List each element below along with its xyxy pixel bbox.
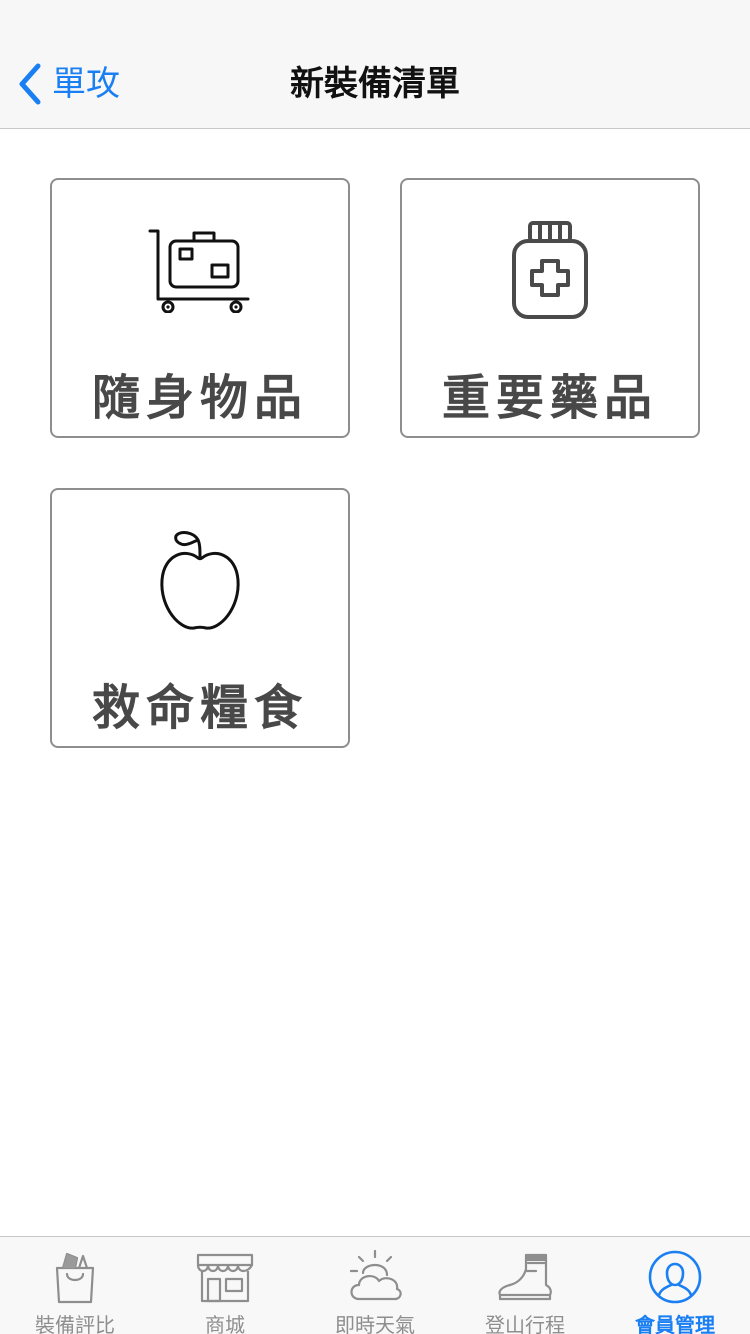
tab-label: 裝備評比 — [35, 1313, 115, 1334]
card-label: 重要藥品 — [441, 370, 658, 426]
tab-label: 登山行程 — [485, 1313, 565, 1334]
card-important-medicine[interactable]: 重要藥品 — [400, 178, 700, 438]
card-personal-items[interactable]: 隨身物品 — [50, 178, 350, 438]
card-emergency-food[interactable]: 救命糧食 — [50, 488, 350, 748]
user-profile-icon — [648, 1250, 702, 1304]
medicine-bottle-icon — [512, 221, 588, 319]
tab-member-management[interactable]: 會員管理 — [600, 1237, 750, 1334]
tab-label: 會員管理 — [635, 1313, 715, 1334]
navigation-bar: 單攻 新裝備清單 — [0, 40, 750, 129]
tab-bar: 裝備評比 商城 即時天氣 登山行程 會員管理 — [0, 1236, 750, 1334]
page-title: 新裝備清單 — [290, 64, 460, 104]
weather-icon — [349, 1249, 402, 1301]
luggage-cart-icon — [148, 229, 250, 313]
storefront-icon — [196, 1253, 254, 1303]
tab-equipment-rating[interactable]: 裝備評比 — [0, 1237, 150, 1334]
tab-live-weather[interactable]: 即時天氣 — [300, 1237, 450, 1334]
tab-hiking-itinerary[interactable]: 登山行程 — [450, 1237, 600, 1334]
tab-label: 即時天氣 — [335, 1313, 415, 1334]
tab-store[interactable]: 商城 — [150, 1237, 300, 1334]
status-bar — [0, 0, 750, 40]
shopping-bag-icon — [55, 1252, 95, 1304]
card-label: 隨身物品 — [91, 370, 308, 426]
tab-label: 商城 — [205, 1313, 245, 1334]
apple-icon — [160, 531, 240, 630]
card-label: 救命糧食 — [91, 680, 308, 736]
hiking-boot-icon — [498, 1253, 552, 1301]
